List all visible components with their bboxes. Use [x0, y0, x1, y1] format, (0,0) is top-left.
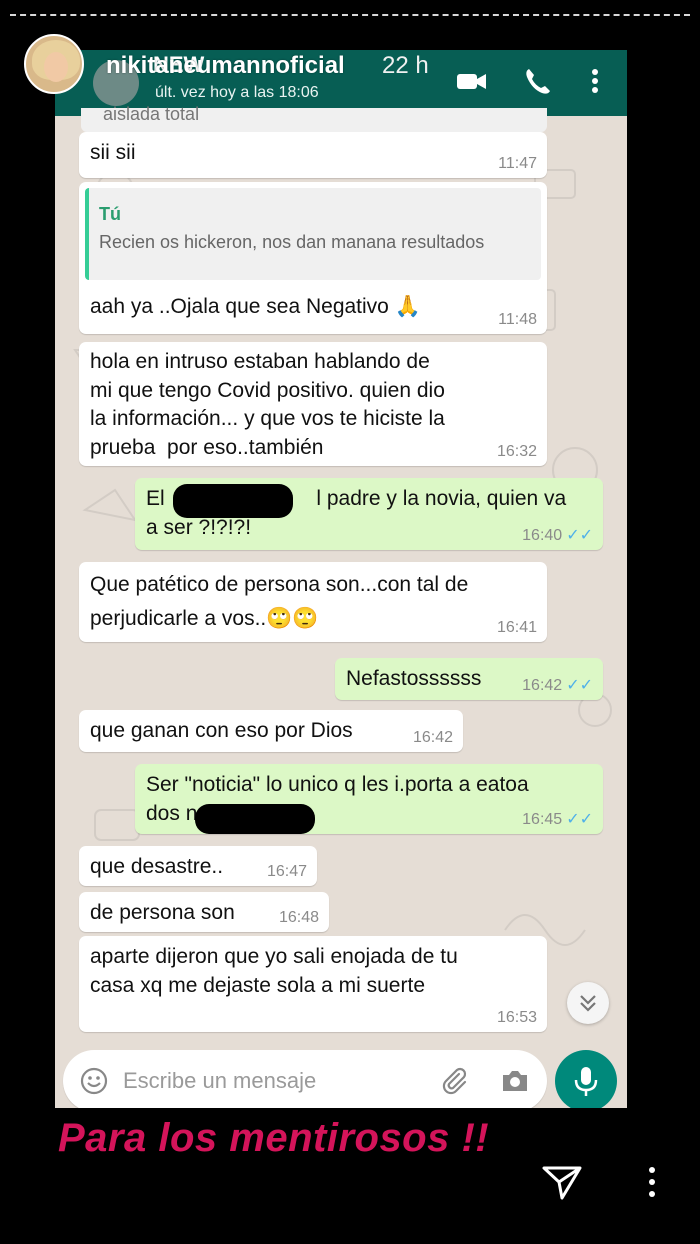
story-time-ago: 22 h — [382, 52, 429, 79]
voice-record-button[interactable] — [555, 1050, 617, 1108]
message-text: aah ya ..Ojala que sea Negativo 🙏 — [90, 295, 421, 318]
message-time: 11:47 — [498, 155, 537, 172]
read-ticks-icon: ✓✓ — [566, 527, 593, 544]
message-incoming[interactable]: Que patético de persona son...con tal de… — [79, 562, 547, 642]
mic-icon — [574, 1067, 598, 1096]
phone-call-icon[interactable] — [523, 66, 553, 96]
message-incoming[interactable]: que ganan con eso por Dios 16:42 — [79, 710, 463, 752]
video-call-icon[interactable] — [455, 66, 489, 96]
scroll-down-button[interactable] — [567, 982, 609, 1024]
send-icon[interactable] — [540, 1162, 584, 1202]
message-incoming[interactable]: que desastre.. 16:47 — [79, 846, 317, 886]
cut-off-quote: aislada total — [81, 104, 547, 132]
story-user-avatar[interactable] — [24, 34, 84, 94]
story-more-icon[interactable] — [642, 1164, 662, 1200]
scroll-down-icon — [580, 995, 596, 1012]
message-outgoing[interactable]: El l padre y la novia, quien va a ser ?!… — [135, 478, 603, 550]
quote-text: Recien os hickeron, nos dan manana resul… — [99, 232, 485, 252]
message-time: 11:48 — [498, 311, 537, 328]
message-incoming[interactable]: de persona son 16:48 — [79, 892, 329, 932]
camera-icon[interactable] — [499, 1066, 531, 1096]
story-username[interactable]: nikitaneumannoficial — [106, 52, 345, 80]
redaction-mark — [195, 804, 315, 834]
message-outgoing[interactable]: Nefastossssss 16:42 ✓✓ — [335, 658, 603, 700]
message-text: sii sii — [90, 141, 136, 164]
chat-screenshot: NEW últ. vez hoy a las 18:06 aislada tot… — [55, 50, 627, 1108]
message-text: Que patético de persona son...con tal de… — [90, 573, 469, 630]
message-time: 16:40 ✓✓ — [522, 527, 593, 544]
message-text: de persona son — [90, 901, 235, 924]
message-input-placeholder: Escribe un mensaje — [123, 1068, 317, 1093]
attach-icon[interactable] — [439, 1066, 469, 1096]
story-progress-bar — [10, 14, 690, 17]
story-viewer: NEW últ. vez hoy a las 18:06 aislada tot… — [0, 0, 700, 1244]
message-text: que desastre.. — [90, 855, 224, 878]
message-time: 16:42 ✓✓ — [522, 677, 593, 694]
story-caption: Para los mentirosos !! — [58, 1116, 490, 1160]
message-text: hola en intruso estaban hablando de mi q… — [90, 350, 445, 459]
message-text: que ganan con eso por Dios — [90, 719, 353, 742]
redaction-mark — [173, 484, 293, 518]
quoted-message[interactable]: Tú Recien os hickeron, nos dan manana re… — [85, 188, 541, 280]
read-ticks-icon: ✓✓ — [566, 677, 593, 694]
message-incoming[interactable]: aparte dijeron que yo sali enojada de tu… — [79, 936, 547, 1032]
message-time: 16:45 ✓✓ — [522, 811, 593, 828]
message-time: 16:47 — [266, 863, 307, 880]
message-time: 16:48 — [278, 909, 319, 926]
message-text: aparte dijeron que yo sali enojada de tu… — [90, 945, 458, 997]
message-outgoing[interactable]: Ser "noticia" lo unico q les i.porta a e… — [135, 764, 603, 834]
message-time: 16:42 — [412, 729, 453, 746]
message-incoming[interactable]: sii sii 11:47 — [79, 132, 547, 178]
quote-author: Tú — [99, 204, 121, 224]
emoji-icon[interactable] — [79, 1066, 109, 1096]
message-input[interactable]: Escribe un mensaje — [63, 1050, 547, 1108]
message-incoming[interactable]: hola en intruso estaban hablando de mi q… — [79, 342, 547, 466]
message-time: 16:41 — [496, 619, 537, 636]
message-time: 16:32 — [496, 443, 537, 460]
message-time: 16:53 — [496, 1009, 537, 1026]
more-vert-icon[interactable] — [585, 66, 605, 96]
read-ticks-icon: ✓✓ — [566, 811, 593, 828]
message-text: Nefastossssss — [346, 667, 482, 690]
message-incoming-reply[interactable]: Tú Recien os hickeron, nos dan manana re… — [79, 182, 547, 334]
